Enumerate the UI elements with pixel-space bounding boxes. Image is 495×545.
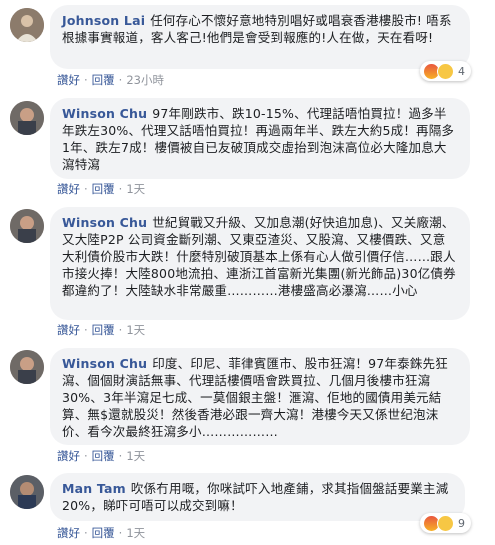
reply-link[interactable]: 回覆 xyxy=(92,323,115,337)
reply-link[interactable]: 回覆 xyxy=(92,449,115,463)
avatar-photo-icon xyxy=(10,209,44,243)
separator: · xyxy=(118,449,123,463)
separator: · xyxy=(118,182,123,196)
avatar[interactable] xyxy=(10,209,44,243)
separator: · xyxy=(118,526,123,540)
reactions-summary[interactable]: 9 xyxy=(420,513,471,533)
timestamp[interactable]: 1天 xyxy=(126,449,145,463)
comment-bubble: Johnson Lai 任何存心不懷好意地特別唱好或唱衰香港樓股市! 唔系根據事實… xyxy=(50,5,470,69)
comment-actions: 讚好 · 回覆 · 23小時 xyxy=(57,72,164,88)
comment: Man Tam 吹係冇用嘅，你咪試吓入地產鋪，求其指個盤話要業主減20%，睇吓可唔… xyxy=(0,470,495,545)
avatar-photo-icon xyxy=(10,8,44,42)
comment-actions: 讚好 · 回覆 · 1天 xyxy=(57,181,145,197)
separator: · xyxy=(84,182,88,196)
comment: Johnson Lai 任何存心不懷好意地特別唱好或唱衰香港樓股市! 唔系根據事實… xyxy=(0,0,495,95)
like-link[interactable]: 讚好 xyxy=(57,182,80,196)
comment-bubble: Man Tam 吹係冇用嘅，你咪試吓入地產鋪，求其指個盤話要業主減20%，睇吓可唔… xyxy=(50,473,465,521)
comment-actions: 讚好 · 回覆 · 1天 xyxy=(57,322,145,338)
haha-reaction-icon xyxy=(437,62,454,80)
avatar[interactable] xyxy=(10,475,44,509)
separator: · xyxy=(118,323,123,337)
reply-link[interactable]: 回覆 xyxy=(92,182,115,196)
comment-author[interactable]: Man Tam xyxy=(62,481,126,496)
timestamp[interactable]: 1天 xyxy=(126,182,145,196)
separator: · xyxy=(84,323,88,337)
comment-bubble: Winson Chu 97年剛跌市、跌10-15%、代理話唔怕買拉！過多半年跌左3… xyxy=(50,98,470,179)
separator: · xyxy=(118,73,123,87)
comment: Winson Chu 世紀貿戰又升級、又加息潮(好快追加息)、又关廠潮、又大陸P2… xyxy=(0,205,495,345)
comment-actions: 讚好 · 回覆 · 1天 xyxy=(57,525,145,541)
reactions-summary[interactable]: 4 xyxy=(420,61,471,81)
avatar[interactable] xyxy=(10,350,44,384)
separator: · xyxy=(84,526,88,540)
avatar[interactable] xyxy=(10,8,44,42)
reply-link[interactable]: 回覆 xyxy=(92,526,115,540)
reaction-count: 9 xyxy=(458,516,465,530)
timestamp[interactable]: 23小時 xyxy=(126,73,164,87)
reaction-count: 4 xyxy=(458,64,465,78)
comment-author[interactable]: Winson Chu xyxy=(62,215,147,230)
avatar-photo-icon xyxy=(10,475,44,509)
comment-bubble: Winson Chu 印度、印尼、菲律賓匯市、股市狂瀉！97年泰銖先狂瀉、個個財演… xyxy=(50,348,470,445)
comment: Winson Chu 印度、印尼、菲律賓匯市、股市狂瀉！97年泰銖先狂瀉、個個財演… xyxy=(0,345,495,470)
avatar-photo-icon xyxy=(10,101,44,135)
haha-reaction-icon xyxy=(437,514,454,532)
comment: Winson Chu 97年剛跌市、跌10-15%、代理話唔怕買拉！過多半年跌左3… xyxy=(0,95,495,205)
comment-actions: 讚好 · 回覆 · 1天 xyxy=(57,448,145,464)
separator: · xyxy=(84,449,88,463)
comment-author[interactable]: Winson Chu xyxy=(62,356,147,371)
avatar-photo-icon xyxy=(10,350,44,384)
timestamp[interactable]: 1天 xyxy=(126,526,145,540)
avatar[interactable] xyxy=(10,101,44,135)
comment-bubble: Winson Chu 世紀貿戰又升級、又加息潮(好快追加息)、又关廠潮、又大陸P2… xyxy=(50,207,470,320)
comment-author[interactable]: Johnson Lai xyxy=(62,13,145,28)
like-link[interactable]: 讚好 xyxy=(57,323,80,337)
separator: · xyxy=(84,73,88,87)
timestamp[interactable]: 1天 xyxy=(126,323,145,337)
like-link[interactable]: 讚好 xyxy=(57,73,80,87)
reply-link[interactable]: 回覆 xyxy=(92,73,115,87)
like-link[interactable]: 讚好 xyxy=(57,526,80,540)
comment-author[interactable]: Winson Chu xyxy=(62,106,147,121)
like-link[interactable]: 讚好 xyxy=(57,449,80,463)
